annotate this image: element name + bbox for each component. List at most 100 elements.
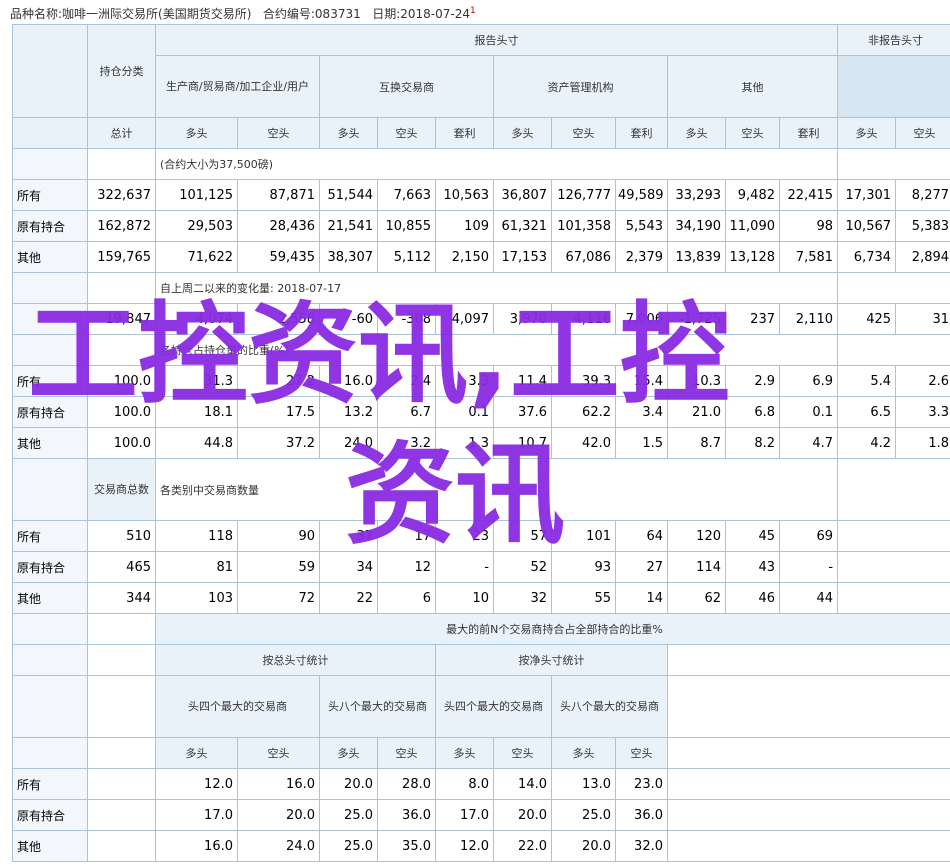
cot-report-table: 持仓分类 报告头寸 非报告头寸 生产商/贸易商/加工企业/用户 互换交易商 资产… (12, 24, 950, 862)
table-row: 所有 12.0 16.0 20.0 28.0 8.0 14.0 13.0 23.… (12, 768, 950, 800)
total-header: 总计 (87, 117, 156, 149)
value-cell: 25.0 (551, 799, 616, 831)
blank-cell (837, 582, 950, 614)
value-cell: 6.5 (837, 396, 897, 428)
value-cell: 6.8 (725, 396, 780, 428)
value-cell: 9,482 (725, 179, 780, 211)
value-cell: 11,090 (725, 210, 780, 242)
blank-cell (837, 458, 950, 521)
value-cell: 18.1 (155, 396, 238, 428)
report-header: 品种名称:咖啡一洲际交易所(美国期货交易所) 合约编号:083731 日期:20… (10, 0, 476, 22)
blank-cell (837, 148, 950, 180)
net8-short-header: 空头 (615, 737, 668, 769)
value-cell: 34,190 (667, 210, 726, 242)
other-spread-header: 套利 (778, 117, 839, 149)
gross4-long-header: 多头 (155, 737, 238, 769)
net4-short-header: 空头 (493, 737, 552, 769)
table-row: 原有持合 465 81 59 34 12 - 52 93 27 114 43 - (12, 551, 950, 583)
value-cell: 6,734 (837, 241, 897, 273)
table-row: 所有 100.0 31.3 27.2 16.0 2.4 3.3 11.4 39.… (12, 365, 950, 397)
value-cell: 6.9 (778, 365, 839, 397)
managed-long-header: 多头 (493, 117, 552, 149)
value-cell: 59 (237, 551, 320, 583)
blank-cell (12, 117, 88, 149)
value-cell: 2.6 (895, 365, 950, 397)
gross4-short-header: 空头 (237, 737, 320, 769)
value-cell: 4,074 (155, 303, 238, 335)
value-cell: 64 (615, 520, 668, 552)
blank-cell (12, 644, 88, 676)
value-cell: -308 (377, 303, 436, 335)
value-cell: 17 (377, 520, 436, 552)
value-cell: 4.2 (837, 427, 897, 459)
swap-short-header: 空头 (377, 117, 436, 149)
value-cell: 87,871 (237, 179, 320, 211)
value-cell: 17.0 (155, 799, 238, 831)
value-cell: 322,637 (87, 179, 156, 211)
value-cell: 12 (377, 551, 436, 583)
value-cell: 510 (87, 520, 156, 552)
value-cell: 100.0 (87, 427, 156, 459)
value-cell: 17.0 (435, 799, 494, 831)
value-cell: 62 (667, 582, 726, 614)
value-cell: 8.7 (667, 427, 726, 459)
blank-cell (87, 272, 156, 304)
nonrep-short-header: 空头 (895, 117, 950, 149)
value-cell: 36,807 (493, 179, 552, 211)
swap-dealer-header: 互换交易商 (319, 55, 494, 118)
value-cell: 159,765 (87, 241, 156, 273)
value-cell: 13,128 (725, 241, 780, 273)
value-cell: 24.0 (237, 830, 320, 862)
gross8-short-header: 空头 (377, 737, 436, 769)
value-cell: 5,383 (895, 210, 950, 242)
value-cell: 101 (551, 520, 616, 552)
value-cell: 10,563 (435, 179, 494, 211)
value-cell: 36.0 (615, 799, 668, 831)
value-cell: 2,894 (895, 241, 950, 273)
value-cell: 2,379 (615, 241, 668, 273)
row-label: 其他 (12, 830, 88, 862)
value-cell: 17.5 (237, 396, 320, 428)
value-cell: 5,112 (377, 241, 436, 273)
value-cell: -60 (319, 303, 378, 335)
value-cell: 4.7 (778, 427, 839, 459)
value-cell: 32 (493, 582, 552, 614)
value-cell: - (778, 551, 839, 583)
value-cell: 5.4 (837, 365, 897, 397)
other-short-header: 空头 (725, 117, 780, 149)
value-cell: 2,558 (237, 303, 320, 335)
value-cell: 14.0 (493, 768, 552, 800)
blank-cell (837, 520, 950, 552)
value-cell: 11.4 (493, 365, 552, 397)
value-cell: 1.5 (615, 427, 668, 459)
gross-top4-header: 头四个最大的交易商 (155, 675, 320, 738)
table-row: 其他 16.0 24.0 25.0 35.0 12.0 22.0 20.0 32… (12, 830, 950, 862)
value-cell: 118 (155, 520, 238, 552)
value-cell: 2.9 (725, 365, 780, 397)
value-cell: 20.0 (493, 799, 552, 831)
table-row: 原有持合 162,872 29,503 28,436 21,541 10,855… (12, 210, 950, 242)
value-cell: 14 (615, 582, 668, 614)
blank-cell (666, 644, 950, 676)
value-cell: 22,415 (778, 179, 839, 211)
value-cell: 38,307 (319, 241, 378, 273)
concentration-title: 最大的前N个交易商持合占全部持合的比重% (154, 613, 950, 645)
value-cell: 465 (87, 551, 156, 583)
gross8-long-header: 多头 (319, 737, 378, 769)
value-cell: 20.0 (237, 799, 320, 831)
value-cell: 10,855 (377, 210, 436, 242)
blank-cell (87, 675, 156, 738)
value-cell: 13.2 (319, 396, 378, 428)
value-cell: 0.1 (778, 396, 839, 428)
value-cell: 69 (778, 520, 839, 552)
value-cell: 17,301 (837, 179, 897, 211)
value-cell: 425 (837, 303, 897, 335)
value-cell: 17,153 (493, 241, 552, 273)
value-cell: 31.3 (155, 365, 238, 397)
value-cell: 10 (435, 582, 494, 614)
blank-cell (837, 551, 950, 583)
reportable-header: 报告头寸 (154, 24, 839, 56)
value-cell: 44.8 (155, 427, 238, 459)
table-row: 原有持合 100.0 18.1 17.5 13.2 6.7 0.1 37.6 6… (12, 396, 950, 428)
value-cell: 23 (435, 520, 494, 552)
